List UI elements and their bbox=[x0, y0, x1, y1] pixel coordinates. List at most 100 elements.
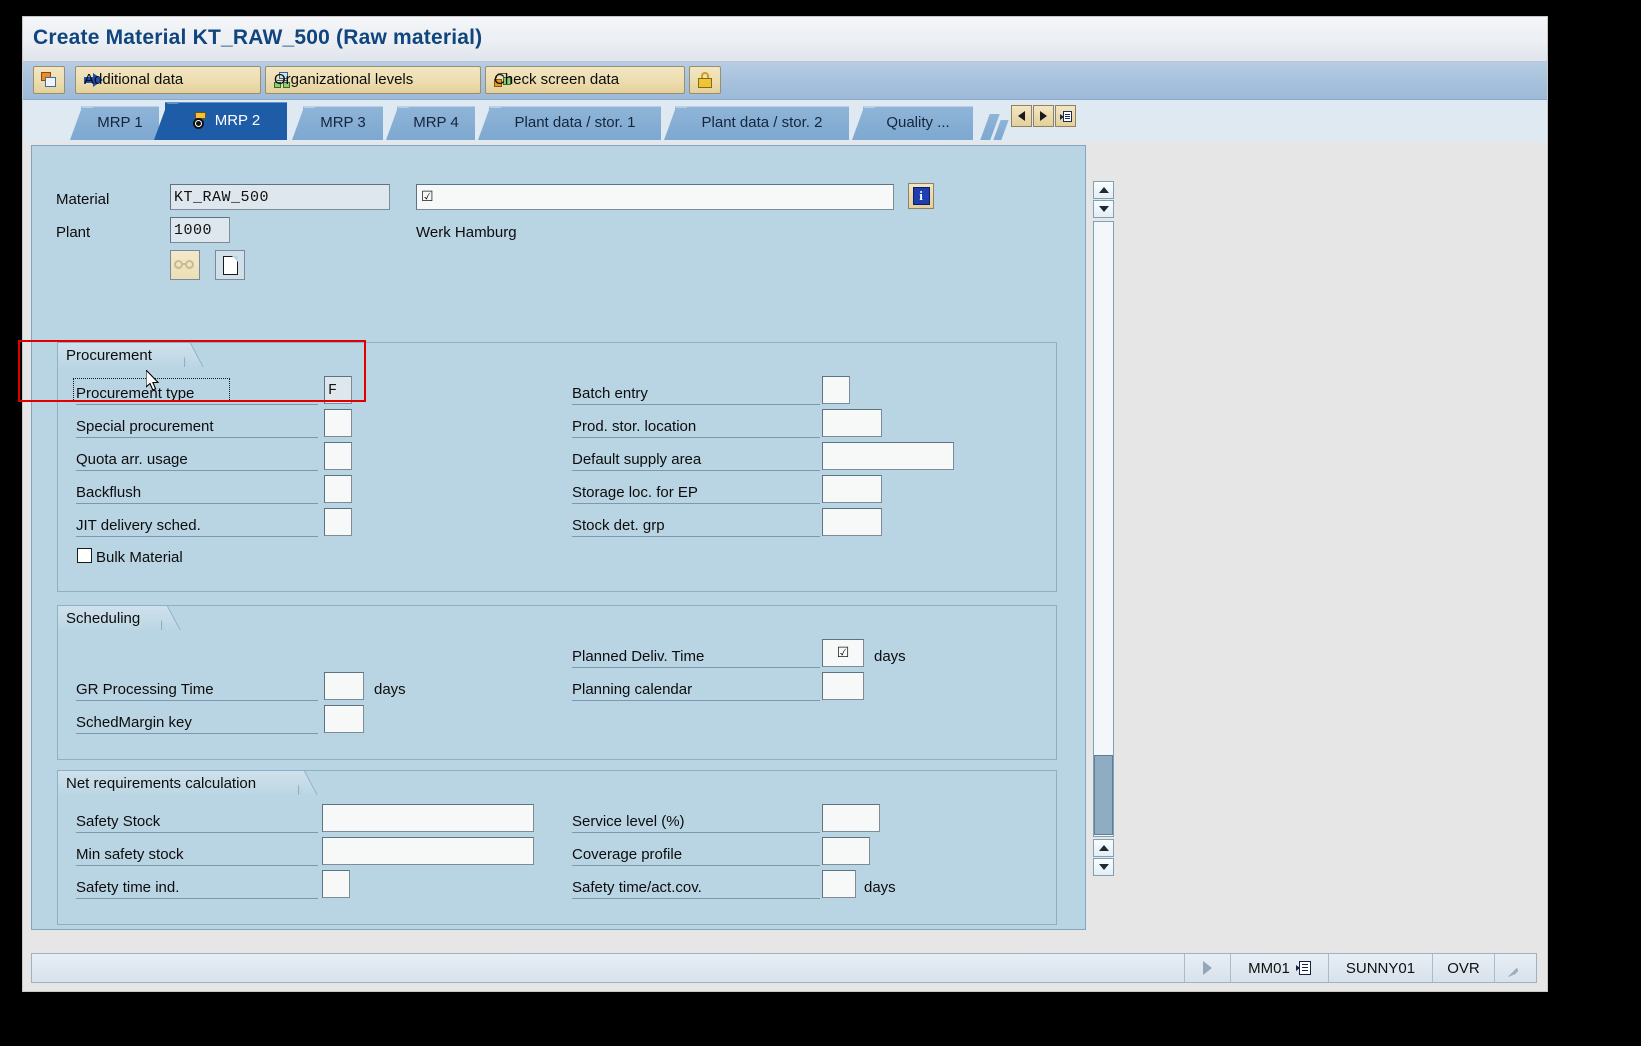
copy-from-button[interactable] bbox=[33, 66, 65, 94]
mrp2-form-panel: Material KT_RAW_500 ☑ i Plant 1000 Werk … bbox=[31, 145, 1086, 930]
form-scroll-up-button-bottom[interactable] bbox=[1093, 839, 1114, 857]
procurement-group-title: Procurement bbox=[57, 342, 204, 367]
tab-strip: MRP 1 MRP 2 MRP 3 MRP 4 Plant data / sto… bbox=[23, 100, 1547, 142]
material-field[interactable]: KT_RAW_500 bbox=[170, 184, 390, 210]
tab-prev-button[interactable] bbox=[1011, 105, 1032, 127]
long-text-button[interactable] bbox=[170, 250, 200, 280]
form-scroll-up-button[interactable] bbox=[1093, 181, 1114, 199]
application-toolbar: Additional data Organizational levels Ch… bbox=[23, 62, 1547, 100]
procurement-type-focus-indicator bbox=[73, 378, 230, 402]
prod-stor-location-label: Prod. stor. location bbox=[572, 418, 697, 435]
safety-time-ind-field[interactable] bbox=[322, 870, 350, 898]
triangle-left-icon bbox=[1018, 111, 1025, 121]
plant-field[interactable]: 1000 bbox=[170, 217, 230, 243]
additional-data-button[interactable]: Additional data bbox=[75, 66, 261, 94]
status-bar: MM01 SUNNY01 OVR bbox=[31, 953, 1537, 983]
prod-stor-location-field[interactable] bbox=[822, 409, 882, 437]
bulk-material-checkbox[interactable] bbox=[77, 548, 92, 563]
group-tab-slant bbox=[290, 770, 318, 795]
material-description-field[interactable]: ☑ bbox=[416, 184, 894, 210]
form-scroll-down-button[interactable] bbox=[1093, 858, 1114, 876]
mrp-tab-icon bbox=[192, 111, 210, 130]
status-transaction-code: MM01 bbox=[1248, 959, 1290, 977]
backflush-field[interactable] bbox=[324, 475, 352, 503]
sap-gui-window: Create Material KT_RAW_500 (Raw material… bbox=[22, 16, 1548, 992]
check-screen-data-button[interactable]: Check screen data bbox=[485, 66, 685, 94]
transaction-list-icon bbox=[1295, 961, 1311, 975]
gr-processing-time-label: GR Processing Time bbox=[76, 681, 214, 698]
tab-list-icon bbox=[1059, 110, 1072, 122]
planned-deliv-time-unit: days bbox=[874, 648, 906, 665]
default-supply-area-field[interactable] bbox=[822, 442, 954, 470]
service-level-field[interactable] bbox=[822, 804, 880, 832]
tab-label: MRP 3 bbox=[320, 114, 366, 131]
tab-mrp-2[interactable]: MRP 2 bbox=[165, 102, 287, 140]
planned-deliv-time-check-glyph: ☑ bbox=[836, 645, 850, 661]
schedmargin-key-field[interactable] bbox=[324, 705, 364, 733]
storage-loc-for-ep-field[interactable] bbox=[822, 475, 882, 503]
service-level-label: Service level (%) bbox=[572, 813, 685, 830]
tab-label: MRP 1 bbox=[97, 114, 143, 131]
form-scroll-down-button-top[interactable] bbox=[1093, 200, 1114, 218]
tab-quality[interactable]: Quality ... bbox=[863, 106, 973, 140]
document-icon bbox=[222, 255, 238, 275]
tab-mrp-4[interactable]: MRP 4 bbox=[397, 106, 475, 140]
triangle-right-icon bbox=[1040, 111, 1047, 121]
jit-delivery-sched-field[interactable] bbox=[324, 508, 352, 536]
scroll-up-icon bbox=[1098, 845, 1109, 851]
planning-calendar-field[interactable] bbox=[822, 672, 864, 700]
procurement-type-field[interactable]: F bbox=[324, 376, 352, 404]
tab-mrp-3[interactable]: MRP 3 bbox=[303, 106, 383, 140]
status-insert-mode-cell[interactable]: OVR bbox=[1432, 954, 1494, 982]
glasses-icon bbox=[174, 259, 196, 271]
tab-plant-data-stor-2[interactable]: Plant data / stor. 2 bbox=[675, 106, 849, 140]
jit-delivery-sched-label: JIT delivery sched. bbox=[76, 517, 201, 534]
tab-plant-data-stor-1[interactable]: Plant data / stor. 1 bbox=[489, 106, 661, 140]
batch-entry-field[interactable] bbox=[822, 376, 850, 404]
resize-grip-icon bbox=[1505, 959, 1523, 978]
coverage-profile-label: Coverage profile bbox=[572, 846, 683, 863]
lock-button[interactable] bbox=[689, 66, 721, 94]
tab-next-button[interactable] bbox=[1033, 105, 1054, 127]
status-insert-mode: OVR bbox=[1447, 959, 1480, 977]
net-requirements-group-title: Net requirements calculation bbox=[57, 770, 318, 795]
material-help-button[interactable]: i bbox=[908, 183, 934, 209]
special-procurement-field[interactable] bbox=[324, 409, 352, 437]
scheduling-title-text: Scheduling bbox=[66, 609, 141, 627]
material-desc-check-glyph: ☑ bbox=[421, 189, 434, 205]
safety-time-act-cov-field[interactable] bbox=[822, 870, 856, 898]
gr-processing-time-unit: days bbox=[374, 681, 406, 698]
procurement-title-text: Procurement bbox=[66, 346, 152, 364]
group-tab-slant bbox=[176, 342, 204, 367]
tab-list-button[interactable] bbox=[1055, 105, 1076, 127]
scroll-down-icon bbox=[1098, 864, 1109, 870]
coverage-profile-field[interactable] bbox=[822, 837, 870, 865]
form-scrollbar-thumb[interactable] bbox=[1094, 755, 1113, 835]
planned-deliv-time-field[interactable]: ☑ bbox=[822, 639, 864, 667]
organizational-levels-label: Organizational levels bbox=[274, 70, 414, 88]
copy-icon bbox=[40, 72, 58, 88]
planning-calendar-label: Planning calendar bbox=[572, 681, 693, 698]
stock-det-grp-field[interactable] bbox=[822, 508, 882, 536]
safety-stock-field[interactable] bbox=[322, 804, 534, 832]
net-requirements-group: Net requirements calculation bbox=[57, 770, 1057, 925]
tab-mrp-1[interactable]: MRP 1 bbox=[81, 106, 159, 140]
additional-doc-button[interactable] bbox=[215, 250, 245, 280]
status-transaction-cell[interactable]: MM01 bbox=[1230, 954, 1328, 982]
status-resize-cell[interactable] bbox=[1494, 954, 1536, 982]
min-safety-stock-field[interactable] bbox=[322, 837, 534, 865]
gr-processing-time-field[interactable] bbox=[324, 672, 364, 700]
form-scrollbar-track[interactable] bbox=[1093, 221, 1114, 837]
scroll-down-icon bbox=[1098, 206, 1109, 212]
play-triangle-icon bbox=[1203, 961, 1212, 975]
organizational-levels-button[interactable]: Organizational levels bbox=[265, 66, 481, 94]
status-system-cell[interactable]: SUNNY01 bbox=[1328, 954, 1432, 982]
safety-stock-label: Safety Stock bbox=[76, 813, 161, 830]
lock-icon bbox=[698, 72, 712, 88]
status-message-area bbox=[32, 954, 1184, 982]
bulk-material-label: Bulk Material bbox=[96, 549, 183, 566]
status-play-cell[interactable] bbox=[1184, 954, 1230, 982]
batch-entry-label: Batch entry bbox=[572, 385, 648, 402]
quota-arr-usage-field[interactable] bbox=[324, 442, 352, 470]
title-bar: Create Material KT_RAW_500 (Raw material… bbox=[23, 17, 1547, 62]
